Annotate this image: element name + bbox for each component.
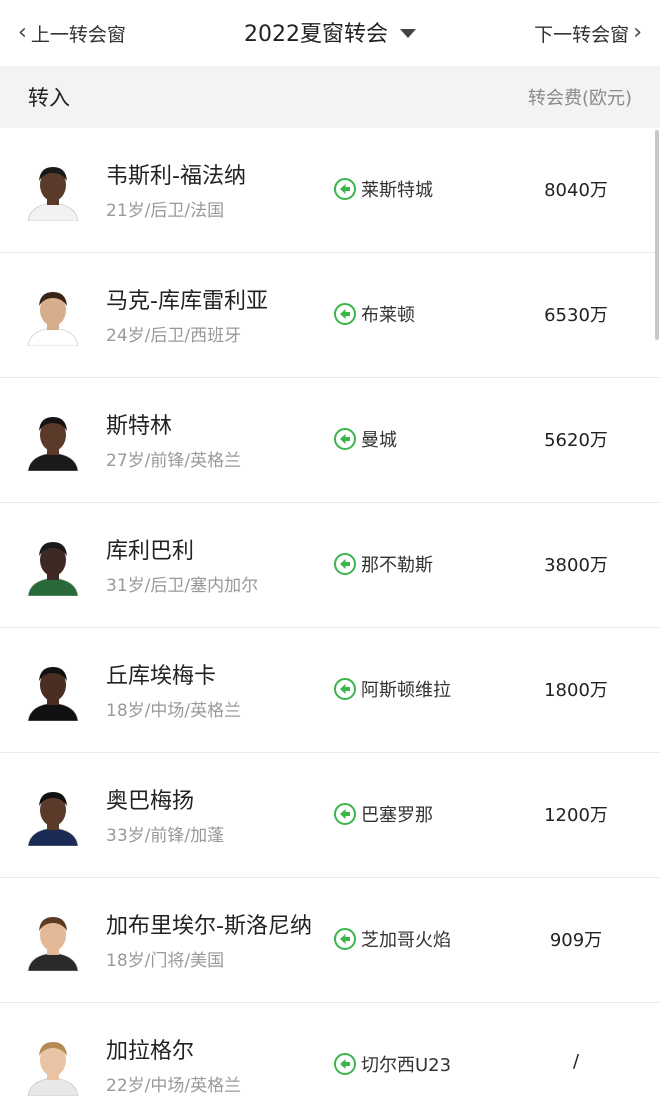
- player-name[interactable]: 库利巴利: [106, 533, 194, 565]
- from-club[interactable]: 阿斯顿维拉: [334, 676, 451, 702]
- player-avatar[interactable]: [22, 659, 84, 721]
- player-row[interactable]: 加布里埃尔-斯洛尼纳 18岁/门将/美国 芝加哥火焰 909万: [0, 878, 660, 1003]
- from-club[interactable]: 那不勒斯: [334, 551, 433, 577]
- arrow-left-icon: [334, 428, 356, 450]
- player-name[interactable]: 加布里埃尔-斯洛尼纳: [106, 908, 312, 940]
- arrow-left-icon: [334, 803, 356, 825]
- player-row[interactable]: 加拉格尔 22岁/中场/英格兰 切尔西U23 /: [0, 1003, 660, 1118]
- player-meta: 31岁/后卫/塞内加尔: [106, 576, 259, 596]
- transfer-fee: 6530万: [544, 305, 608, 326]
- from-club[interactable]: 曼城: [334, 426, 397, 452]
- player-name[interactable]: 丘库埃梅卡: [106, 658, 216, 690]
- transfer-fee: /: [572, 1051, 580, 1072]
- next-window-label: 下一转会窗: [534, 23, 630, 46]
- from-club[interactable]: 芝加哥火焰: [334, 926, 451, 952]
- transfer-fee: 5620万: [544, 430, 608, 451]
- arrow-left-icon: [334, 1053, 356, 1075]
- player-avatar[interactable]: [22, 534, 84, 596]
- next-window-link[interactable]: 下一转会窗 ›: [534, 18, 642, 48]
- player-row[interactable]: 库利巴利 31岁/后卫/塞内加尔 那不勒斯 3800万: [0, 503, 660, 628]
- from-club[interactable]: 切尔西U23: [334, 1051, 451, 1077]
- transfer-fee: 1800万: [544, 680, 608, 701]
- arrow-left-icon: [334, 553, 356, 575]
- player-avatar[interactable]: [22, 909, 84, 971]
- fee-column-header: 转会费(欧元): [527, 88, 632, 109]
- transfer-list: 韦斯利-福法纳 21岁/后卫/法国 莱斯特城 8040万马克-库库雷利亚 24岁/后卫/…: [0, 128, 660, 1118]
- caret-down-icon: [400, 28, 416, 38]
- player-avatar[interactable]: [22, 409, 84, 471]
- club-name: 巴塞罗那: [361, 805, 433, 826]
- club-name: 布莱顿: [361, 305, 415, 326]
- player-meta: 24岁/后卫/西班牙: [106, 326, 242, 346]
- player-row[interactable]: 韦斯利-福法纳 21岁/后卫/法国 莱斯特城 8040万: [0, 128, 660, 253]
- player-meta: 18岁/中场/英格兰: [106, 701, 242, 721]
- transfer-fee: 3800万: [544, 555, 608, 576]
- player-row[interactable]: 马克-库库雷利亚 24岁/后卫/西班牙 布莱顿 6530万: [0, 253, 660, 378]
- player-meta: 27岁/前锋/英格兰: [106, 451, 242, 471]
- player-name[interactable]: 奥巴梅扬: [106, 783, 194, 815]
- player-name[interactable]: 斯特林: [106, 408, 172, 440]
- player-row[interactable]: 斯特林 27岁/前锋/英格兰 曼城 5620万: [0, 378, 660, 503]
- section-title: 转入: [28, 86, 70, 110]
- from-club[interactable]: 布莱顿: [334, 301, 415, 327]
- player-avatar[interactable]: [22, 1034, 84, 1096]
- club-name: 芝加哥火焰: [361, 930, 451, 951]
- player-name[interactable]: 加拉格尔: [106, 1033, 194, 1065]
- top-navigation-bar: ‹ 上一转会窗 2022夏窗转会 下一转会窗 ›: [0, 0, 660, 66]
- transfer-fee: 1200万: [544, 805, 608, 826]
- club-name: 那不勒斯: [361, 555, 433, 576]
- player-avatar[interactable]: [22, 284, 84, 346]
- player-meta: 22岁/中场/英格兰: [106, 1076, 242, 1096]
- scrollbar[interactable]: [655, 130, 659, 340]
- club-name: 曼城: [361, 430, 397, 451]
- player-avatar[interactable]: [22, 159, 84, 221]
- chevron-right-icon: ›: [633, 20, 642, 45]
- arrow-left-icon: [334, 678, 356, 700]
- club-name: 切尔西U23: [361, 1055, 452, 1076]
- player-row[interactable]: 奥巴梅扬 33岁/前锋/加蓬 巴塞罗那 1200万: [0, 753, 660, 878]
- player-name[interactable]: 韦斯利-福法纳: [106, 158, 246, 190]
- transfer-fee: 909万: [549, 930, 603, 951]
- arrow-left-icon: [334, 303, 356, 325]
- player-meta: 33岁/前锋/加蓬: [106, 826, 225, 846]
- window-title: 2022夏窗转会: [244, 22, 388, 47]
- player-row[interactable]: 丘库埃梅卡 18岁/中场/英格兰 阿斯顿维拉 1800万: [0, 628, 660, 753]
- player-avatar[interactable]: [22, 784, 84, 846]
- player-meta: 21岁/后卫/法国: [106, 201, 225, 221]
- section-header: 转入 转会费(欧元): [0, 66, 660, 128]
- transfer-fee: 8040万: [544, 180, 608, 201]
- club-name: 莱斯特城: [361, 180, 433, 201]
- player-meta: 18岁/门将/美国: [106, 951, 225, 971]
- from-club[interactable]: 莱斯特城: [334, 176, 433, 202]
- arrow-left-icon: [334, 928, 356, 950]
- club-name: 阿斯顿维拉: [361, 680, 451, 701]
- arrow-left-icon: [334, 178, 356, 200]
- player-name[interactable]: 马克-库库雷利亚: [106, 283, 268, 315]
- from-club[interactable]: 巴塞罗那: [334, 801, 433, 827]
